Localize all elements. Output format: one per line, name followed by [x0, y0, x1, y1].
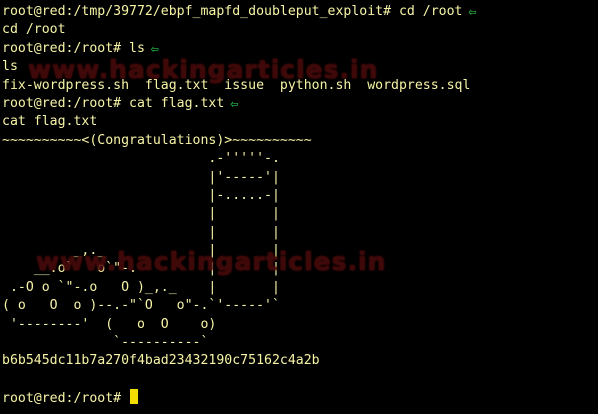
terminal-line: ls [2, 58, 598, 76]
terminal-line: cat flag.txt [2, 113, 598, 131]
command-echo: ls [2, 59, 18, 75]
arrow-left-icon: ⇦ [150, 41, 159, 57]
terminal-line: cd /root [2, 21, 598, 39]
terminal-line: ~~~~~~~~~~<(Congratulations)>~~~~~~~~~~ [2, 132, 598, 150]
terminal-line: root@red:/tmp/39772/ebpf_mapfd_doubleput… [2, 3, 598, 21]
ascii-art-line: _,._ | | [2, 242, 598, 260]
flag-hash: b6b545dc11b7a270f4bad23432190c75162c4a2b [2, 353, 320, 369]
active-prompt: root@red:/root# [2, 391, 130, 407]
command-echo: cat flag.txt [2, 114, 98, 130]
ascii-art: | | [2, 224, 280, 240]
ascii-art: `----------` [2, 335, 209, 351]
ascii-art-line: .-'''''-. [2, 150, 598, 168]
ascii-art: _,._ | | [2, 243, 280, 259]
terminal-line: fix-wordpress.sh flag.txt issue python.s… [2, 77, 598, 95]
ls-output: fix-wordpress.sh flag.txt issue python.s… [2, 77, 471, 93]
terminal-line: root@red:/root# [2, 389, 598, 407]
ascii-art-line: | | [2, 205, 598, 223]
command-prompt-cd: root@red:/tmp/39772/ebpf_mapfd_doubleput… [2, 4, 463, 19]
arrow-left-icon: ⇦ [468, 5, 477, 20]
ascii-art: .-O o `"-.o O )_,._ | | [2, 279, 280, 295]
ascii-art-line: .-O o `"-.o O )_,._ | | [2, 279, 598, 297]
terminal-window[interactable]: root@red:/tmp/39772/ebpf_mapfd_doubleput… [0, 0, 598, 414]
ascii-art-line: |-.....-| [2, 187, 598, 205]
arrow-left-icon: ⇦ [230, 96, 239, 112]
text-cursor[interactable] [130, 389, 139, 405]
ascii-art-line: `----------` [2, 334, 598, 352]
ascii-art: '--------' ( o O o) [2, 316, 217, 332]
ascii-art: __.o` o`"-. | | [2, 261, 280, 277]
ascii-art: |-.....-| [2, 187, 280, 203]
command-echo: cd /root [2, 22, 66, 38]
ascii-art-line: |'-----'| [2, 169, 598, 187]
ascii-art-line: __.o` o`"-. | | [2, 260, 598, 278]
ascii-art-line: ( o O o )--.-"`O o"-.`'-----'` [2, 297, 598, 315]
ascii-art: | | [2, 206, 280, 222]
terminal-line: root@red:/root# cat flag.txt ⇦ [2, 95, 598, 113]
ascii-art: ( o O o )--.-"`O o"-.`'-----'` [2, 298, 280, 314]
ascii-art-line: | | [2, 224, 598, 242]
ascii-art-line: '--------' ( o O o) [2, 316, 598, 334]
command-prompt-ls: root@red:/root# ls [2, 40, 145, 56]
terminal-line: b6b545dc11b7a270f4bad23432190c75162c4a2b [2, 352, 598, 370]
ascii-art: .-'''''-. [2, 151, 280, 167]
congratulations-banner: ~~~~~~~~~~<(Congratulations)>~~~~~~~~~~ [2, 132, 312, 148]
terminal-line: root@red:/root# ls ⇦ [2, 40, 598, 58]
command-prompt-cat: root@red:/root# cat flag.txt [2, 95, 225, 111]
ascii-art: |'-----'| [2, 169, 280, 185]
